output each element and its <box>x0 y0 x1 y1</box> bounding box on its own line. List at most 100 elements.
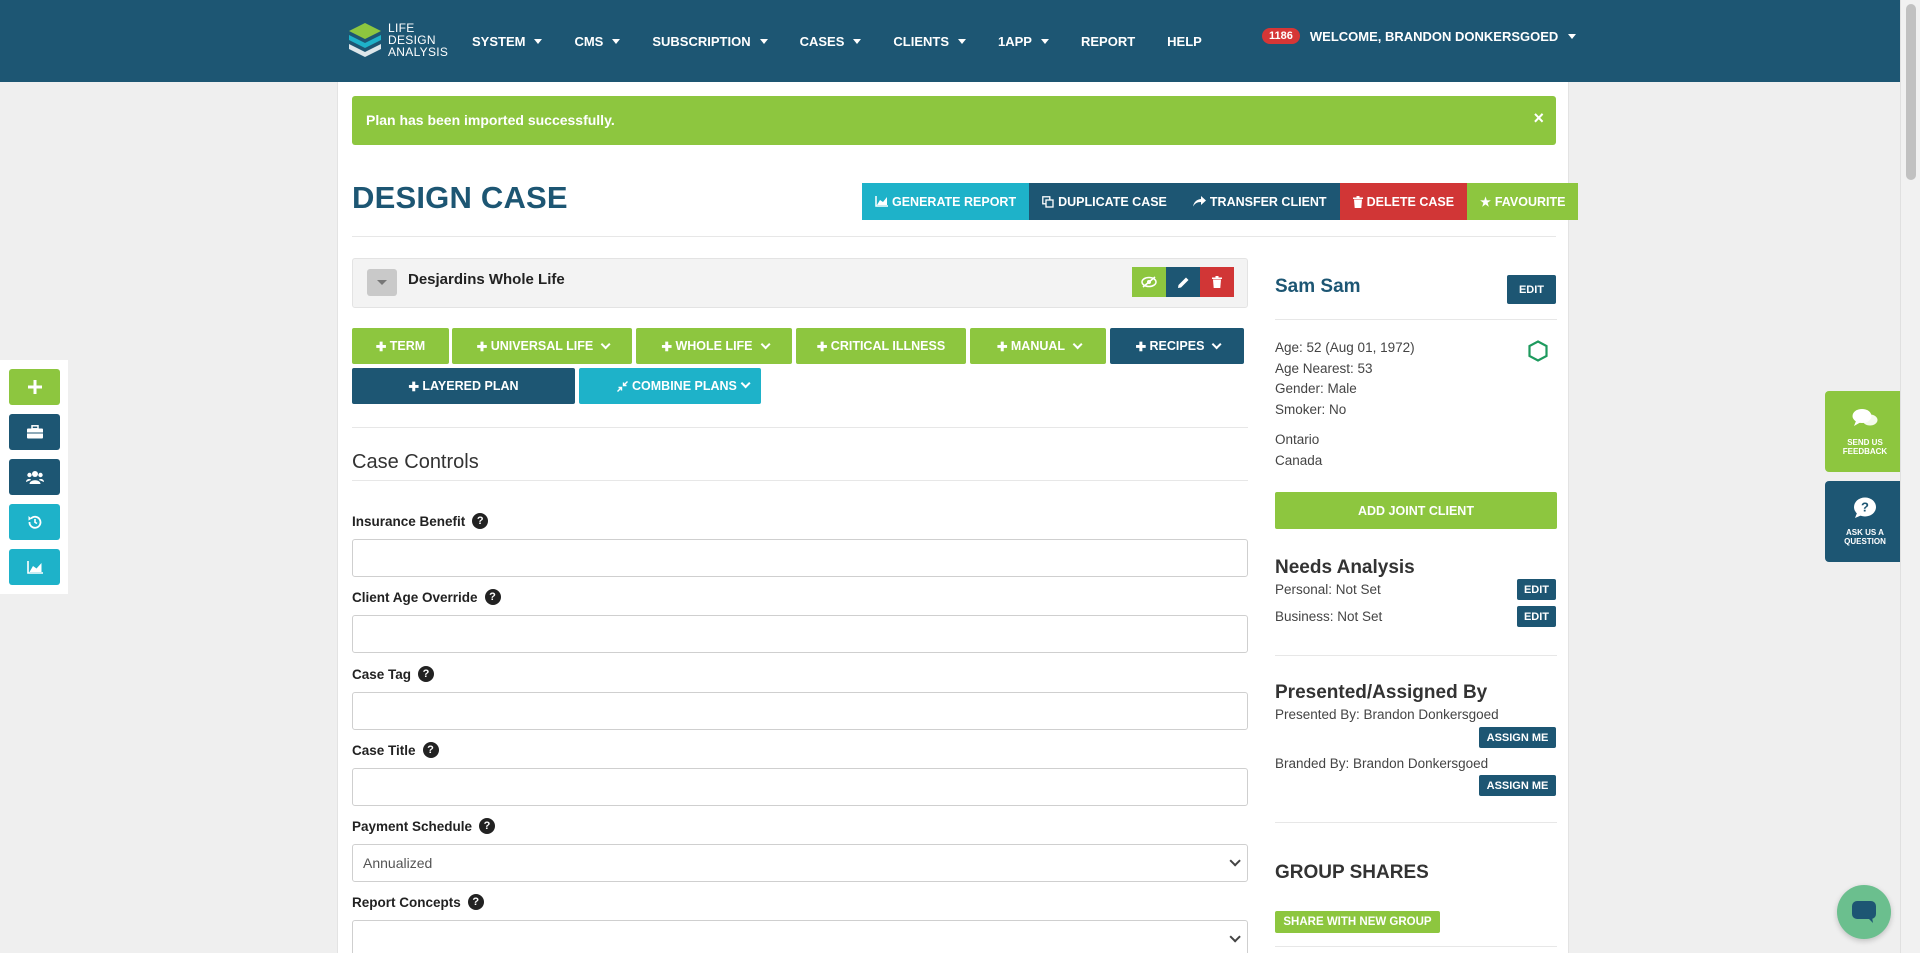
success-alert: Plan has been imported successfully. × <box>352 96 1556 145</box>
branded-by: Branded By: Brandon Donkersgoed <box>1275 756 1489 771</box>
insurance-benefit-label: Insurance Benefit? <box>352 513 489 529</box>
generate-report-button[interactable]: GENERATE REPORT <box>862 183 1030 220</box>
divider <box>1275 655 1557 656</box>
delete-case-button[interactable]: DELETE CASE <box>1339 183 1468 220</box>
svg-text:?: ? <box>1861 500 1869 515</box>
logo[interactable]: LIFE DESIGN ANALYSIS <box>348 20 448 60</box>
divider <box>1275 319 1557 320</box>
trash-icon <box>1352 195 1363 208</box>
copy-icon <box>1042 195 1054 208</box>
case-title-input[interactable] <box>352 768 1248 806</box>
nav-subscription[interactable]: SUBSCRIPTION <box>652 34 768 49</box>
area-chart-icon <box>26 560 43 574</box>
chevron-down-icon <box>600 338 611 349</box>
needs-personal-edit-button[interactable]: EDIT <box>1517 579 1556 600</box>
caret-down-icon <box>958 38 967 44</box>
assign-me-presented-button[interactable]: ASSIGN ME <box>1479 727 1556 748</box>
nav-clients[interactable]: CLIENTS <box>893 34 967 49</box>
needs-business-edit-button[interactable]: EDIT <box>1517 606 1556 627</box>
client-province: Ontario <box>1275 432 1320 447</box>
question-circle-icon[interactable]: ? <box>479 818 496 834</box>
main-content: Plan has been imported successfully. × D… <box>337 82 1579 953</box>
star-icon: ★ <box>1480 194 1491 209</box>
case-controls-heading: Case Controls <box>352 451 479 473</box>
payment-schedule-select[interactable]: Annualized <box>352 844 1248 882</box>
trash-icon <box>1212 276 1222 288</box>
chevron-down-icon <box>1212 338 1222 349</box>
quick-cases-button[interactable] <box>9 414 60 450</box>
live-chat-button[interactable] <box>1837 885 1891 939</box>
favourite-button[interactable]: ★ FAVOURITE <box>1467 183 1579 220</box>
case-title-label: Case Title? <box>352 742 439 758</box>
logo-icon <box>349 23 381 57</box>
ask-question-tab[interactable]: ? ASK US A QUESTION <box>1825 481 1905 562</box>
caret-down-icon <box>1568 33 1577 39</box>
case-action-bar: GENERATE REPORT DUPLICATE CASE TRANSFER … <box>862 183 1579 220</box>
question-circle-icon[interactable]: ? <box>467 894 484 910</box>
page-scrollbar[interactable] <box>1900 0 1920 953</box>
add-joint-client-button[interactable]: ADD JOINT CLIENT <box>1275 492 1557 529</box>
nav-cms[interactable]: CMS <box>574 34 621 49</box>
caret-down-icon <box>534 38 543 44</box>
pencil-icon <box>1177 277 1188 288</box>
case-tag-label: Case Tag? <box>352 666 435 682</box>
nav-cases[interactable]: CASES <box>800 34 862 49</box>
add-critical-illness-button[interactable]: ✚ CRITICAL ILLNESS <box>796 328 966 364</box>
needs-analysis-heading: Needs Analysis <box>1275 557 1415 578</box>
nav-report[interactable]: REPORT <box>1081 34 1135 49</box>
share-with-new-group-button[interactable]: SHARE WITH NEW GROUP <box>1275 911 1440 933</box>
add-layered-plan-button[interactable]: ✚ LAYERED PLAN <box>352 368 575 404</box>
area-chart-icon <box>875 196 888 207</box>
plan-delete-button[interactable] <box>1200 267 1234 297</box>
nav-help[interactable]: HELP <box>1167 34 1202 49</box>
alert-message: Plan has been imported successfully. <box>366 112 615 128</box>
scrollbar-thumb[interactable] <box>1906 4 1916 180</box>
chevron-down-icon <box>1229 855 1241 867</box>
quick-reports-button[interactable] <box>9 549 60 585</box>
close-icon[interactable]: × <box>1533 108 1544 129</box>
send-feedback-tab[interactable]: SEND US FEEDBACK <box>1825 391 1905 472</box>
client-age-override-input[interactable] <box>352 615 1248 653</box>
client-country: Canada <box>1275 453 1323 468</box>
quick-clients-button[interactable] <box>9 459 60 495</box>
question-circle-icon[interactable]: ? <box>472 513 489 529</box>
chevron-down-icon <box>760 338 771 349</box>
question-circle-icon[interactable]: ? <box>422 742 439 758</box>
client-age-nearest: Age Nearest: 53 <box>1275 361 1373 376</box>
chevron-down-icon <box>740 378 751 389</box>
question-circle-icon[interactable]: ? <box>418 666 435 682</box>
main-menu: SYSTEM CMS SUBSCRIPTION CASES CLIENTS 1A… <box>472 0 1234 82</box>
eye-slash-icon <box>1141 276 1157 288</box>
add-whole-life-button[interactable]: ✚ WHOLE LIFE <box>636 328 792 364</box>
divider <box>1275 822 1557 823</box>
client-gender: Gender: Male <box>1275 381 1357 396</box>
plan-visibility-button[interactable] <box>1132 267 1166 297</box>
user-menu[interactable]: WELCOME, BRANDON DONKERSGOED <box>1310 29 1577 44</box>
caret-down-icon <box>1040 38 1049 44</box>
question-circle-icon[interactable]: ? <box>484 589 501 605</box>
duplicate-case-button[interactable]: DUPLICATE CASE <box>1029 183 1180 220</box>
quick-history-button[interactable] <box>9 504 60 540</box>
combine-plans-button[interactable]: COMBINE PLANS <box>579 368 761 404</box>
transfer-client-button[interactable]: TRANSFER CLIENT <box>1179 183 1340 220</box>
add-recipes-button[interactable]: ✚ RECIPES <box>1110 328 1244 364</box>
nav-1app[interactable]: 1APP <box>998 34 1049 49</box>
add-universal-life-button[interactable]: ✚ UNIVERSAL LIFE <box>452 328 632 364</box>
add-term-button[interactable]: ✚ TERM <box>352 328 449 364</box>
page-title: DESIGN CASE <box>352 180 568 215</box>
notification-badge[interactable]: 1186 <box>1262 28 1300 44</box>
quick-add-button[interactable] <box>9 369 60 405</box>
add-manual-button[interactable]: ✚ MANUAL <box>970 328 1106 364</box>
plan-item: Desjardins Whole Life <box>352 258 1248 308</box>
nav-system[interactable]: SYSTEM <box>472 34 543 49</box>
payment-schedule-label: Payment Schedule? <box>352 818 496 834</box>
client-edit-button[interactable]: EDIT <box>1507 275 1556 304</box>
report-concepts-select[interactable] <box>352 920 1248 953</box>
client-age: Age: 52 (Aug 01, 1972) <box>1275 340 1415 355</box>
case-tag-input[interactable] <box>352 692 1248 730</box>
assign-me-branded-button[interactable]: ASSIGN ME <box>1479 775 1556 796</box>
hexagon-icon <box>1528 340 1548 362</box>
insurance-benefit-input[interactable] <box>352 539 1248 577</box>
plan-expand-toggle[interactable] <box>367 269 397 296</box>
plan-edit-button[interactable] <box>1166 267 1200 297</box>
